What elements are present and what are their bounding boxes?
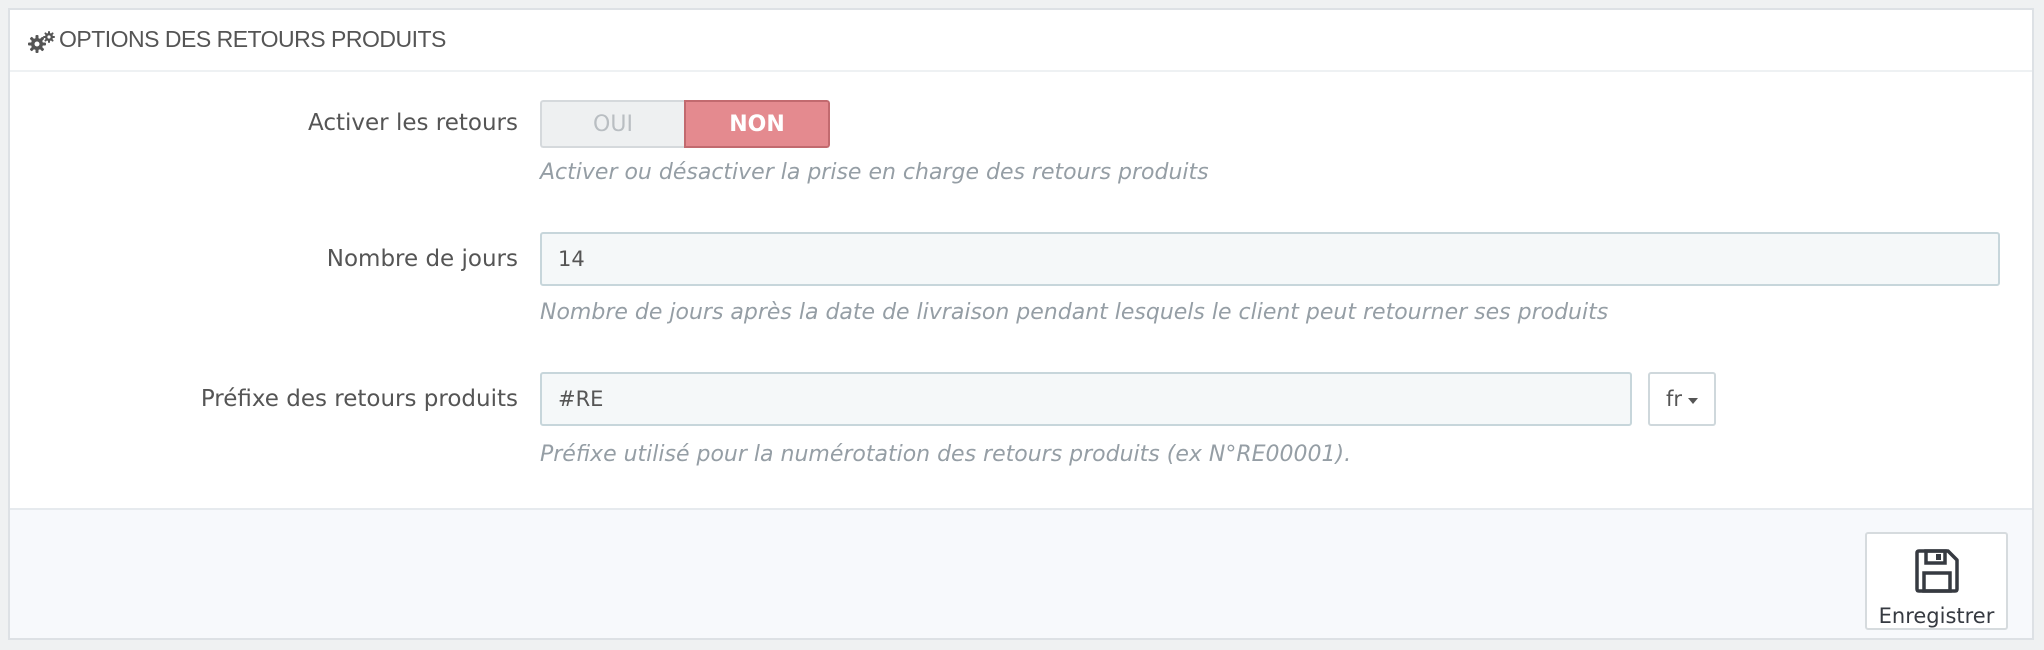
days-label: Nombre de jours <box>326 246 518 272</box>
prefix-label: Préfixe des retours produits <box>200 386 518 412</box>
switch-option-yes[interactable]: OUI <box>540 100 684 148</box>
language-dropdown[interactable]: fr <box>1648 372 1716 426</box>
gears-icon <box>27 30 57 54</box>
days-input[interactable] <box>540 232 2000 286</box>
save-button[interactable]: Enregistrer <box>1865 532 2008 630</box>
prefix-help: Préfixe utilisé pour la numérotation des… <box>540 442 1352 467</box>
returns-enabled-label: Activer les retours <box>308 110 518 136</box>
days-help: Nombre de jours après la date de livrais… <box>540 300 1609 325</box>
prefix-input[interactable] <box>540 372 1632 426</box>
save-button-label: Enregistrer <box>1878 604 1995 628</box>
panel-header: OPTIONS DES RETOURS PRODUITS <box>10 10 2032 72</box>
caret-down-icon <box>1688 397 1699 404</box>
language-code: fr <box>1665 387 1683 411</box>
save-icon <box>1914 548 1960 598</box>
returns-enabled-help: Activer ou désactiver la prise en charge… <box>540 160 1209 185</box>
switch-option-no[interactable]: NON <box>684 100 830 148</box>
panel-footer: Enregistrer <box>10 508 2032 638</box>
settings-panel: OPTIONS DES RETOURS PRODUITS Activer les… <box>8 8 2034 640</box>
panel-title: OPTIONS DES RETOURS PRODUITS <box>59 26 446 52</box>
returns-enabled-switch[interactable]: OUI NON <box>540 100 830 148</box>
